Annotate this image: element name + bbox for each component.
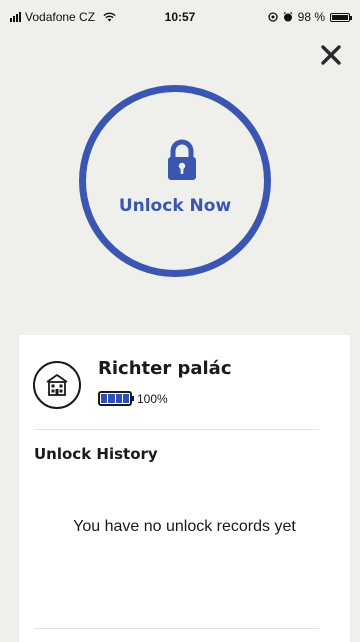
divider	[34, 628, 319, 629]
close-icon	[321, 45, 341, 65]
lock-battery-icon	[98, 391, 134, 406]
avatar	[33, 361, 81, 409]
battery-level	[332, 14, 348, 20]
close-button[interactable]	[318, 42, 344, 68]
battery-text: 98 %	[297, 10, 325, 24]
lock-battery-row: 100%	[98, 391, 168, 406]
status-right: 98 %	[267, 10, 352, 24]
unlock-now-button[interactable]: Unlock Now	[79, 85, 271, 277]
building-icon	[46, 374, 68, 396]
empty-history-message: You have no unlock records yet	[73, 518, 296, 535]
lock-name: Richter palác	[98, 358, 232, 379]
lock-icon	[168, 139, 196, 180]
status-bar: Vodafone CZ 10:57 98 %	[0, 0, 360, 36]
unlock-history-title: Unlock History	[34, 445, 158, 463]
battery-icon	[330, 12, 352, 22]
lock-card: Richter palác 100% Unlock History You ha…	[19, 335, 350, 642]
divider	[34, 429, 319, 430]
alarm-icon	[283, 12, 292, 22]
lock-battery-percent: 100%	[137, 391, 168, 406]
location-lock-icon	[267, 12, 278, 22]
unlock-now-label: Unlock Now	[118, 196, 232, 216]
